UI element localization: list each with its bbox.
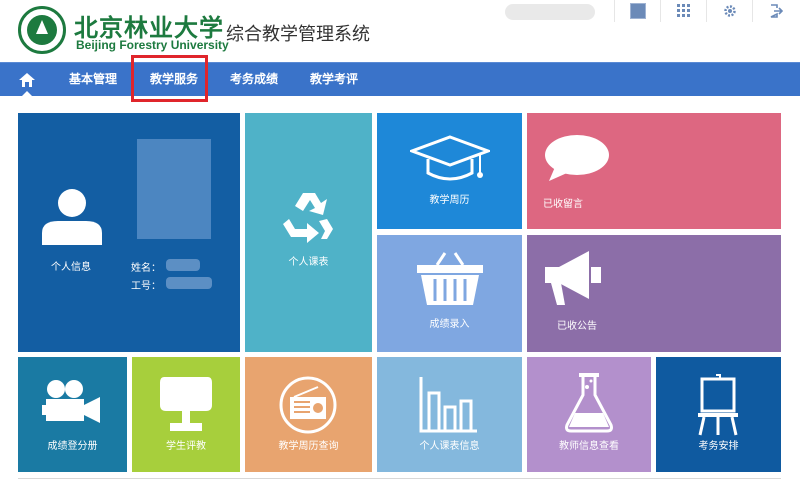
- main-nav: 基本管理 教学服务 考务成绩 教学考评: [0, 62, 800, 97]
- highlight-box: [131, 55, 208, 102]
- desk-lamp-icon: [160, 377, 212, 431]
- blurred-username: [505, 4, 595, 20]
- graduation-cap-icon: [410, 135, 490, 181]
- university-logo: [18, 6, 66, 54]
- teacher-info-tile[interactable]: 教师信息查看: [527, 357, 651, 472]
- schedule-info-tile[interactable]: 个人课表信息: [377, 357, 522, 472]
- grid-icon[interactable]: [660, 0, 706, 22]
- exam-arrangement-label: 考务安排: [698, 441, 739, 452]
- id-value: [166, 277, 212, 289]
- speech-bubble-icon: [545, 135, 609, 181]
- profile-tile[interactable]: 个人信息 姓名： 工号：: [18, 113, 240, 352]
- person-icon: [42, 189, 102, 245]
- nav-teaching-evaluation[interactable]: 教学考评: [310, 63, 358, 96]
- calendar-query-tile[interactable]: 教学周历查询: [245, 357, 372, 472]
- received-messages-label: 已收留言: [543, 199, 583, 210]
- megaphone-icon: [545, 251, 601, 305]
- received-notices-tile[interactable]: 已收公告: [527, 235, 781, 352]
- schedule-info-label: 个人课表信息: [419, 441, 480, 452]
- id-label: 工号：: [131, 281, 161, 292]
- name-label: 姓名：: [131, 263, 161, 274]
- teaching-calendar-tile[interactable]: 教学周历: [377, 113, 522, 229]
- logout-icon[interactable]: [752, 0, 798, 22]
- system-title: 综合教学管理系统: [226, 24, 370, 45]
- easel-board-icon: [698, 374, 738, 436]
- personal-schedule-label: 个人课表: [288, 257, 329, 268]
- bar-chart-icon: [419, 377, 477, 433]
- grade-register-tile[interactable]: 成绩登分册: [18, 357, 127, 472]
- teaching-calendar-label: 教学周历: [429, 195, 470, 206]
- header: 北京林业大学 Beijing Forestry University 综合教学管…: [0, 0, 800, 62]
- nav-exam-grades[interactable]: 考务成绩: [230, 63, 278, 96]
- user-avatar-icon[interactable]: [614, 0, 660, 22]
- home-icon: [19, 72, 35, 87]
- header-toolbar: [614, 0, 800, 22]
- received-messages-tile[interactable]: 已收留言: [527, 113, 781, 229]
- university-name-en: Beijing Forestry University: [76, 38, 229, 52]
- nav-basic-management[interactable]: 基本管理: [69, 63, 117, 96]
- personal-schedule-tile[interactable]: 个人课表: [245, 113, 372, 352]
- footer-divider: [18, 478, 781, 479]
- gear-icon[interactable]: [706, 0, 752, 22]
- exam-arrangement-tile[interactable]: 考务安排: [656, 357, 781, 472]
- video-camera-icon: [42, 380, 100, 423]
- recycle-icon: [283, 193, 333, 243]
- radio-icon: [279, 376, 337, 434]
- teacher-info-label: 教师信息查看: [559, 441, 619, 452]
- basket-icon: [417, 252, 483, 305]
- student-evaluation-tile[interactable]: 学生评教: [132, 357, 240, 472]
- name-value: [166, 259, 200, 271]
- profile-photo: [137, 139, 211, 239]
- grade-entry-label: 成绩录入: [429, 319, 470, 330]
- flask-icon: [565, 373, 613, 433]
- grade-register-label: 成绩登分册: [47, 441, 98, 452]
- grade-entry-tile[interactable]: 成绩录入: [377, 235, 522, 352]
- student-evaluation-label: 学生评教: [166, 441, 206, 452]
- active-indicator: [21, 91, 33, 97]
- calendar-query-label: 教学周历查询: [278, 441, 339, 452]
- received-notices-label: 已收公告: [557, 321, 597, 332]
